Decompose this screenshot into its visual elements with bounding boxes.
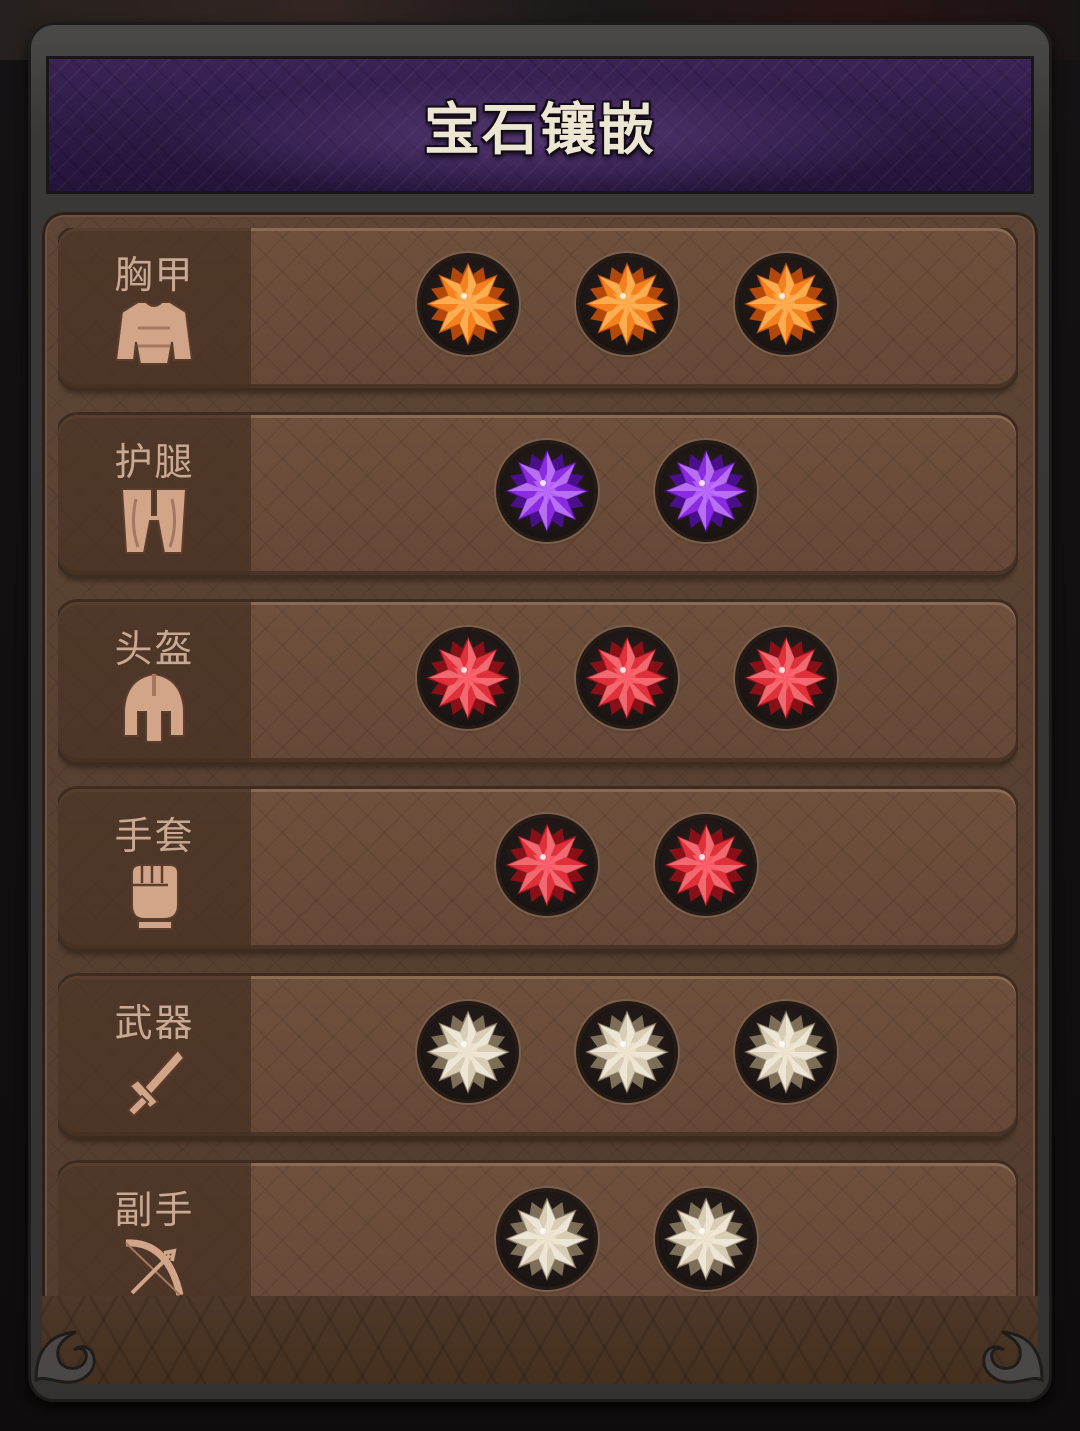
- panel-footer-decoration: [42, 1296, 1038, 1384]
- equipment-slot-list: 胸甲护腿头盔手套武器副手: [58, 228, 1018, 1296]
- slot-label: 武器: [114, 1001, 195, 1045]
- slot-label-area: 头盔: [58, 602, 251, 762]
- gem-socket-white-gem-icon[interactable]: [658, 1191, 754, 1287]
- equipment-slot-row[interactable]: 副手: [58, 1163, 1016, 1296]
- gem-socket-orange-gem-icon[interactable]: [738, 256, 834, 352]
- bow-offhand-icon: [108, 1233, 200, 1296]
- gloves-fist-icon: [108, 859, 200, 931]
- gem-socket-red-gem-icon[interactable]: [420, 630, 516, 726]
- slot-label: 副手: [114, 1188, 195, 1232]
- gem-socket-red-gem-icon[interactable]: [499, 817, 595, 913]
- sword-icon: [108, 1046, 200, 1118]
- helmet-icon: [108, 672, 200, 744]
- leg-armor-icon: [108, 485, 200, 557]
- equipment-slot-row[interactable]: 头盔: [58, 602, 1016, 762]
- title-bar: 宝石镶嵌: [46, 56, 1034, 194]
- equipment-slot-row[interactable]: 胸甲: [58, 228, 1016, 388]
- gem-socket-white-gem-icon[interactable]: [420, 1004, 516, 1100]
- gem-socket-purple-gem-icon[interactable]: [499, 443, 595, 539]
- gem-socket-orange-gem-icon[interactable]: [420, 256, 516, 352]
- corner-ornament-left-icon: [34, 1330, 96, 1384]
- slot-label: 头盔: [114, 627, 195, 671]
- gem-socket-white-gem-icon[interactable]: [738, 1004, 834, 1100]
- equipment-slot-row[interactable]: 手套: [58, 789, 1016, 949]
- gem-socket-red-gem-icon[interactable]: [738, 630, 834, 726]
- slot-label: 护腿: [114, 440, 195, 484]
- equipment-slot-row[interactable]: 护腿: [58, 415, 1016, 575]
- slot-label: 手套: [114, 814, 195, 858]
- window-title: 宝石镶嵌: [424, 97, 656, 163]
- game-screen: 宝石镶嵌 胸甲护腿头盔手套武器副手: [0, 0, 1080, 1431]
- chest-armor-icon: [108, 298, 200, 370]
- slot-label-area: 护腿: [58, 415, 251, 575]
- slot-label-area: 胸甲: [58, 228, 251, 388]
- slot-label: 胸甲: [114, 253, 195, 297]
- slot-label-area: 手套: [58, 789, 251, 949]
- gem-socket-red-gem-icon[interactable]: [579, 630, 675, 726]
- corner-ornament-right-icon: [982, 1330, 1044, 1384]
- gem-socket-purple-gem-icon[interactable]: [658, 443, 754, 539]
- gem-socket-white-gem-icon[interactable]: [579, 1004, 675, 1100]
- equipment-slot-row[interactable]: 武器: [58, 976, 1016, 1136]
- slot-label-area: 武器: [58, 976, 251, 1136]
- slot-label-area: 副手: [58, 1163, 251, 1296]
- gem-socket-white-gem-icon[interactable]: [499, 1191, 595, 1287]
- gem-socket-red-gem-icon[interactable]: [658, 817, 754, 913]
- gem-socket-orange-gem-icon[interactable]: [579, 256, 675, 352]
